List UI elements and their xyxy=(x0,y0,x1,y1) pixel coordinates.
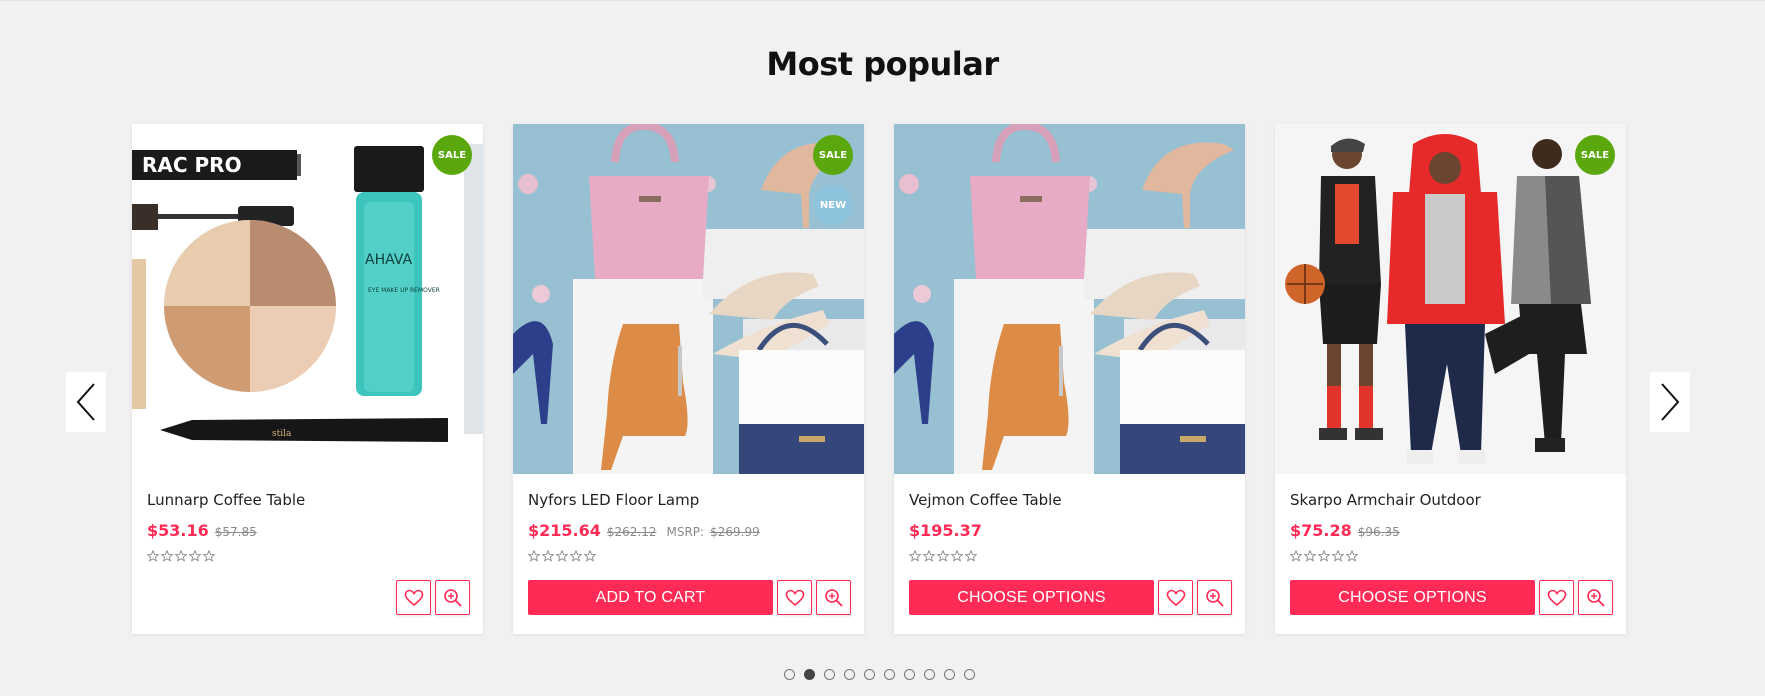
product-old-price: $57.85 xyxy=(214,525,257,539)
star-outline-icon xyxy=(1290,550,1302,562)
rating-stars xyxy=(1290,550,1358,562)
star-outline-icon xyxy=(584,550,596,562)
star-outline-icon xyxy=(923,550,935,562)
quick-view-button[interactable] xyxy=(816,580,851,615)
msrp-price: $269.99 xyxy=(710,525,760,539)
product-card: SALE Skarpo Armchair Outdoor $75.28 $96.… xyxy=(1275,124,1626,634)
carousel-dot[interactable] xyxy=(884,669,895,680)
product-name[interactable]: Nyfors LED Floor Lamp xyxy=(528,491,699,509)
price-row: $215.64 $262.12 MSRP: $269.99 xyxy=(528,521,760,540)
choose-options-button[interactable]: CHOOSE OPTIONS xyxy=(1290,580,1535,615)
zoom-in-icon xyxy=(824,588,843,607)
star-outline-icon xyxy=(189,550,201,562)
star-outline-icon xyxy=(1318,550,1330,562)
carousel-dot[interactable] xyxy=(784,669,795,680)
carousel-dot[interactable] xyxy=(844,669,855,680)
wishlist-button[interactable] xyxy=(1158,580,1193,615)
star-outline-icon xyxy=(203,550,215,562)
carousel-dot[interactable] xyxy=(964,669,975,680)
product-card: RAC PRO AHAVA EYE MAKE UP REMOVER stila xyxy=(132,124,483,634)
chevron-right-icon xyxy=(1661,383,1680,421)
star-outline-icon xyxy=(528,550,540,562)
product-price: $195.37 xyxy=(909,521,982,540)
sale-badge: SALE xyxy=(432,135,472,175)
brand-stila-text: stila xyxy=(272,429,292,439)
new-badge: NEW xyxy=(813,185,853,225)
product-price: $75.28 xyxy=(1290,521,1352,540)
star-outline-icon xyxy=(175,550,187,562)
product-image-bags-shoes[interactable]: SALE NEW xyxy=(513,124,864,474)
rating-stars xyxy=(528,550,596,562)
zoom-in-icon xyxy=(1586,588,1605,607)
rating-stars xyxy=(909,550,977,562)
carousel-dot[interactable] xyxy=(924,669,935,680)
heart-icon xyxy=(404,589,423,606)
carousel-prev-button[interactable] xyxy=(66,372,106,432)
brand-pro-text: RAC PRO xyxy=(142,153,242,177)
star-outline-icon xyxy=(937,550,949,562)
carousel-dot[interactable] xyxy=(944,669,955,680)
brand-ahava-text: AHAVA xyxy=(365,252,412,268)
star-outline-icon xyxy=(1304,550,1316,562)
wishlist-button[interactable] xyxy=(777,580,812,615)
heart-icon xyxy=(1166,589,1185,606)
msrp-label: MSRP: xyxy=(666,525,705,539)
product-card: Vejmon Coffee Table $195.37 CHOOSE OPTIO… xyxy=(894,124,1245,634)
star-outline-icon xyxy=(542,550,554,562)
add-to-cart-button[interactable]: ADD TO CART xyxy=(528,580,773,615)
product-name[interactable]: Skarpo Armchair Outdoor xyxy=(1290,491,1481,509)
price-row: $195.37 xyxy=(909,521,982,540)
product-card: SALE NEW Nyfors LED Floor Lamp $215.64 $… xyxy=(513,124,864,634)
price-row: $53.16 $57.85 xyxy=(147,521,257,540)
product-image-sportswear[interactable]: SALE xyxy=(1275,124,1626,474)
star-outline-icon xyxy=(161,550,173,562)
star-outline-icon xyxy=(147,550,159,562)
price-row: $75.28 $96.35 xyxy=(1290,521,1400,540)
product-image-cosmetics[interactable]: RAC PRO AHAVA EYE MAKE UP REMOVER stila xyxy=(132,124,483,474)
chevron-left-icon xyxy=(76,383,95,421)
product-name[interactable]: Vejmon Coffee Table xyxy=(909,491,1062,509)
carousel-next-button[interactable] xyxy=(1650,372,1690,432)
heart-icon xyxy=(785,589,804,606)
star-outline-icon xyxy=(951,550,963,562)
quick-view-button[interactable] xyxy=(1197,580,1232,615)
carousel-dot[interactable] xyxy=(904,669,915,680)
star-outline-icon xyxy=(965,550,977,562)
star-outline-icon xyxy=(556,550,568,562)
quick-view-button[interactable] xyxy=(1578,580,1613,615)
ahava-sub-text: EYE MAKE UP REMOVER xyxy=(368,287,440,294)
product-image-bags-shoes[interactable] xyxy=(894,124,1245,474)
star-outline-icon xyxy=(1346,550,1358,562)
rating-stars xyxy=(147,550,215,562)
carousel-dot[interactable] xyxy=(804,669,815,680)
product-old-price: $96.35 xyxy=(1357,525,1400,539)
product-price: $215.64 xyxy=(528,521,601,540)
wishlist-button[interactable] xyxy=(396,580,431,615)
product-old-price: $262.12 xyxy=(606,525,657,539)
product-name[interactable]: Lunnarp Coffee Table xyxy=(147,491,305,509)
sale-badge: SALE xyxy=(813,135,853,175)
section-title: Most popular xyxy=(766,45,999,83)
carousel-dot[interactable] xyxy=(864,669,875,680)
wishlist-button[interactable] xyxy=(1539,580,1574,615)
choose-options-button[interactable]: CHOOSE OPTIONS xyxy=(909,580,1154,615)
quick-view-button[interactable] xyxy=(435,580,470,615)
heart-icon xyxy=(1547,589,1566,606)
star-outline-icon xyxy=(1332,550,1344,562)
carousel-dot[interactable] xyxy=(824,669,835,680)
zoom-in-icon xyxy=(1205,588,1224,607)
star-outline-icon xyxy=(570,550,582,562)
top-divider xyxy=(0,0,1765,1)
carousel-pagination xyxy=(784,669,975,680)
product-price: $53.16 xyxy=(147,521,209,540)
sale-badge: SALE xyxy=(1575,135,1615,175)
zoom-in-icon xyxy=(443,588,462,607)
star-outline-icon xyxy=(909,550,921,562)
